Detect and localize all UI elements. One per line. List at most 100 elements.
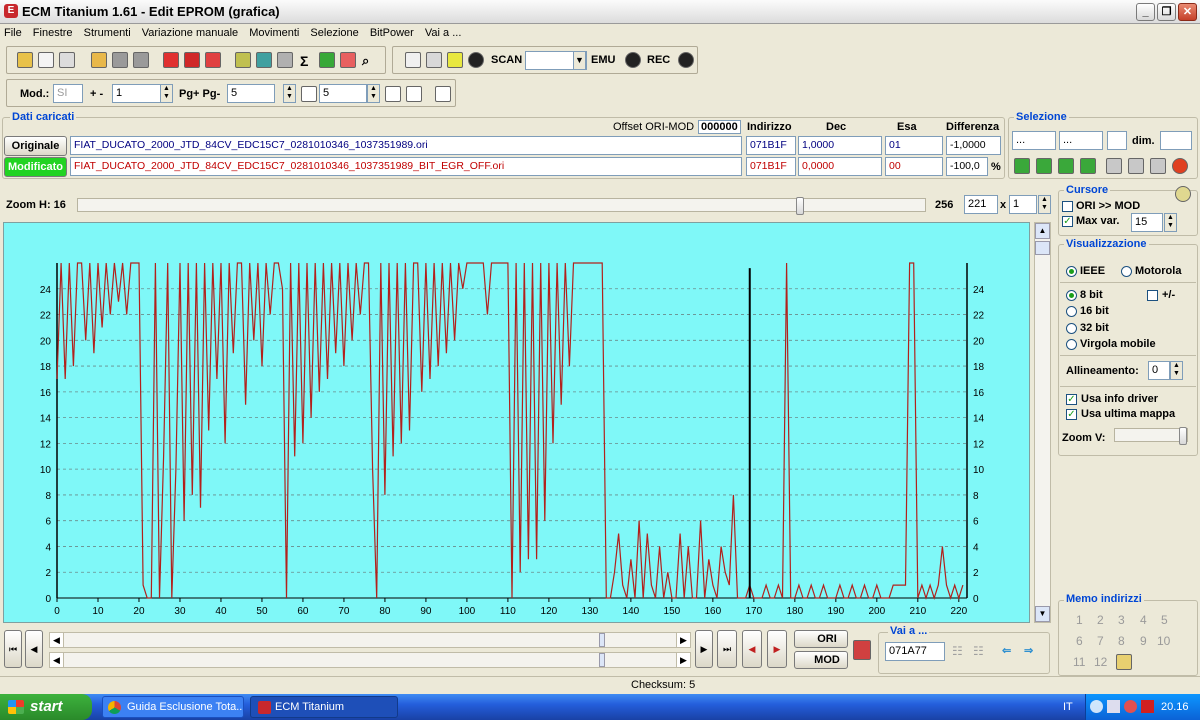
ori-mod-checkbox[interactable] xyxy=(1062,201,1073,212)
max-var-field[interactable]: 15 xyxy=(1131,213,1163,232)
taskbar-item-browser[interactable]: Guida Esclusione Tota... xyxy=(102,696,244,718)
originale-button[interactable]: Originale xyxy=(4,136,67,156)
allineamento-field[interactable]: 0 xyxy=(1148,361,1170,380)
runner-icon[interactable] xyxy=(447,52,463,68)
refresh-selection-icon[interactable] xyxy=(1172,158,1188,174)
menu-vai-a[interactable]: Vai a ... xyxy=(421,25,465,41)
memo-slot[interactable]: 11 xyxy=(1073,655,1085,669)
memo-slot[interactable]: 9 xyxy=(1140,634,1147,648)
pages-icon[interactable] xyxy=(59,52,75,68)
menu-movimenti[interactable]: Movimenti xyxy=(245,25,303,41)
zoom-value-field[interactable]: 221 xyxy=(964,195,998,214)
view-m-icon[interactable] xyxy=(385,86,401,102)
ori-button[interactable]: ORI xyxy=(794,630,848,648)
lock-icon[interactable] xyxy=(426,52,442,68)
zoom-v-slider[interactable] xyxy=(1114,427,1188,445)
goto-list2-icon[interactable]: ☷ xyxy=(973,644,984,658)
tools-icon[interactable] xyxy=(277,52,293,68)
memo-slot[interactable]: 5 xyxy=(1161,613,1168,627)
menu-finestre[interactable]: Finestre xyxy=(29,25,77,41)
minimize-button[interactable]: _ xyxy=(1136,3,1155,21)
scroll-left-icon[interactable]: ◀ xyxy=(50,653,64,667)
menu-file[interactable]: File xyxy=(0,25,26,41)
scroll-right-icon[interactable]: ▶ xyxy=(676,653,690,667)
virgola-mobile-radio[interactable] xyxy=(1066,339,1077,350)
memo-slot[interactable]: 2 xyxy=(1097,613,1104,627)
allineamento-stepper[interactable]: ▲ ▼ xyxy=(1170,361,1183,380)
memo-save-icon[interactable] xyxy=(1116,654,1132,670)
shield-icon[interactable] xyxy=(1124,700,1137,713)
select-block-icon[interactable] xyxy=(1058,158,1074,174)
ieee-radio[interactable] xyxy=(1066,266,1077,277)
chart-icon[interactable] xyxy=(340,52,356,68)
bit8-radio[interactable] xyxy=(1066,290,1077,301)
bookmark-icon[interactable] xyxy=(319,52,335,68)
p-stepper[interactable]: ▲ ▼ xyxy=(367,84,380,103)
record-dot-icon[interactable] xyxy=(468,52,484,68)
last-page-icon[interactable]: ⏭ xyxy=(717,630,737,668)
mod-button[interactable]: MOD xyxy=(794,651,848,669)
scroll-thumb[interactable] xyxy=(599,633,605,647)
modificato-button[interactable]: Modificato xyxy=(4,157,67,177)
compare-icon[interactable] xyxy=(853,640,871,660)
bit16-radio[interactable] xyxy=(1066,306,1077,317)
prev-diff-icon[interactable]: ◀ xyxy=(742,630,762,668)
memo-prev-icon[interactable]: ⇐ xyxy=(1002,644,1011,657)
zoom-mult-stepper[interactable]: ▲ ▼ xyxy=(1038,195,1051,214)
ori-horizontal-scrollbar[interactable]: ◀ ▶ xyxy=(49,632,691,648)
scroll-up-icon[interactable]: ▲ xyxy=(1035,223,1050,239)
select-end-icon[interactable] xyxy=(1036,158,1052,174)
scroll-thumb[interactable] xyxy=(599,653,605,667)
scroll-down-icon[interactable]: ▼ xyxy=(1035,606,1050,622)
copy-selection-icon[interactable] xyxy=(1106,158,1122,174)
emu-record-icon[interactable] xyxy=(625,52,641,68)
save-as-icon[interactable] xyxy=(133,52,149,68)
binoculars-icon[interactable]: ⌕ xyxy=(362,53,369,69)
memo-next-icon[interactable]: ⇒ xyxy=(1024,644,1033,657)
data-chart[interactable]: 0 02 24 46 68 810 1012 1214 1416 1618 1820 2022 2224… xyxy=(4,223,1031,624)
goto-address-field[interactable]: 071A77 xyxy=(885,642,945,661)
taskbar-item-ecm[interactable]: ECM Titanium xyxy=(250,696,398,718)
view-h-icon[interactable] xyxy=(406,86,422,102)
app-icon[interactable]: E xyxy=(4,4,18,18)
view-t-icon[interactable] xyxy=(435,86,451,102)
memo-slot[interactable]: 3 xyxy=(1118,613,1125,627)
next-diff-icon[interactable]: ▶ xyxy=(767,630,787,668)
tray-expand-icon[interactable] xyxy=(1090,700,1103,713)
motorola-radio[interactable] xyxy=(1121,266,1132,277)
usa-info-driver-checkbox[interactable]: ✓ xyxy=(1066,394,1077,405)
bit32-radio[interactable] xyxy=(1066,323,1077,334)
scroll-right-icon[interactable]: ▶ xyxy=(676,633,690,647)
scroll-thumb[interactable] xyxy=(1035,241,1050,255)
rec-record-icon[interactable] xyxy=(678,52,694,68)
network-icon[interactable] xyxy=(1107,700,1120,713)
sum-icon[interactable]: Σ xyxy=(300,53,308,69)
memo-slot[interactable]: 10 xyxy=(1157,634,1170,648)
menu-bitpower[interactable]: BitPower xyxy=(366,25,418,41)
page-p-icon[interactable] xyxy=(301,86,317,102)
plusminus-checkbox[interactable] xyxy=(1147,290,1158,301)
document-icon[interactable] xyxy=(256,52,272,68)
plusminus-stepper[interactable]: ▲ ▼ xyxy=(160,84,173,103)
stop-icon[interactable] xyxy=(184,52,200,68)
mod-horizontal-scrollbar[interactable]: ◀ ▶ xyxy=(49,652,691,668)
zoom-mult-field[interactable]: 1 xyxy=(1009,195,1037,214)
selection-from[interactable]: ... xyxy=(1012,131,1056,150)
zoom-v-thumb[interactable] xyxy=(1179,427,1187,445)
checklist-icon[interactable] xyxy=(163,52,179,68)
copy-icon[interactable] xyxy=(235,52,251,68)
antivirus-icon[interactable] xyxy=(1141,700,1154,713)
selection-to[interactable]: ... xyxy=(1059,131,1103,150)
usa-ultima-mappa-checkbox[interactable]: ✓ xyxy=(1066,409,1077,420)
plusminus-field[interactable]: 1 xyxy=(112,84,162,103)
select-all-icon[interactable] xyxy=(1080,158,1096,174)
next-icon[interactable]: ▶ xyxy=(695,630,713,668)
memo-slot[interactable]: 6 xyxy=(1076,634,1083,648)
memo-slot[interactable]: 1 xyxy=(1076,613,1083,627)
zoom-h-slider[interactable] xyxy=(77,197,926,215)
open-folder-icon[interactable] xyxy=(91,52,107,68)
close-button[interactable]: ✕ xyxy=(1178,3,1197,21)
edit-selection-icon[interactable] xyxy=(1150,158,1166,174)
language-indicator[interactable]: IT xyxy=(1063,701,1073,713)
graph-vertical-scrollbar[interactable]: ▲ ▼ xyxy=(1034,222,1051,623)
